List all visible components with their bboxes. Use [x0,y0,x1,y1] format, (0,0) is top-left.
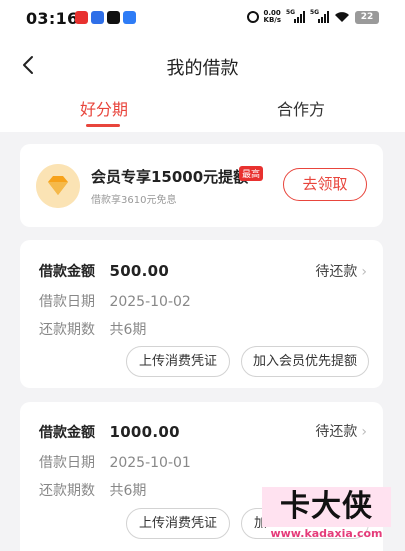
alarm-icon [246,11,259,23]
loan-status: 待还款 [315,264,358,280]
tab-partners[interactable]: 合作方 [277,96,325,120]
chevron-right-icon: › [361,264,367,280]
battery-icon: 22 [355,10,379,24]
loan-amount-label: 借款金额 [39,264,95,280]
message-icon [123,11,136,24]
member-promo-card: 会员专享15000元提额 最高 借款享3610元免息 去领取 [20,144,383,227]
loan-status-link[interactable]: 待还款 › [315,261,367,281]
loan-amount-value: 500.00 [109,262,170,280]
network-speed: 0.00 KB/s [263,9,281,24]
loan-date-value: 2025-10-02 [109,294,191,310]
top-area: 03:16 0.00 KB/s 5G 5G 22 我的借款 好分期 合作方 [0,0,405,132]
tab-bar: 好分期 合作方 [0,96,405,132]
join-member-button[interactable]: 加入会员优先提额 [241,346,369,377]
signal-icon: 5G [310,9,329,23]
watermark-logo: 卡大侠 www.kadaxia.com [262,487,391,543]
tiktok-icon [107,11,120,24]
wifi-icon [335,12,349,22]
promo-subtitle: 借款享3610元免息 [91,195,177,206]
loan-periods-value: 共6期 [109,483,147,499]
loan-periods-label: 还款期数 [39,322,95,338]
loan-periods-row: 还款期数 共6期 [39,480,146,500]
upload-receipt-button[interactable]: 上传消费凭证 [126,508,230,539]
loan-amount-label: 借款金额 [39,425,95,441]
status-indicators: 0.00 KB/s 5G 5G 22 [246,9,379,24]
notification-icons [75,11,136,24]
app-notification-icon [75,11,88,24]
diamond-icon [36,164,80,208]
claim-button[interactable]: 去领取 [283,168,367,201]
tab-haofenqi[interactable]: 好分期 [80,96,128,120]
page-header: 我的借款 [0,34,405,96]
loan-status-link[interactable]: 待还款 › [315,421,367,441]
signal-icon: 5G [286,9,305,23]
loan-amount-row: 借款金额 500.00 [39,261,169,281]
status-time: 03:16 [26,9,79,28]
active-tab-indicator [86,124,120,127]
loan-amount-row: 借款金额 1000.00 [39,422,180,442]
loan-date-value: 2025-10-01 [109,455,191,471]
promo-title: 会员专享15000元提额 [91,168,249,186]
loan-date-label: 借款日期 [39,294,95,310]
chevron-right-icon: › [361,424,367,440]
app-notification-icon [91,11,104,24]
loan-amount-value: 1000.00 [109,423,180,441]
upload-receipt-button[interactable]: 上传消费凭证 [126,346,230,377]
loan-date-row: 借款日期 2025-10-01 [39,452,191,472]
max-badge: 最高 [239,166,264,181]
watermark-title: 卡大侠 [262,487,391,527]
loan-periods-row: 还款期数 共6期 [39,319,146,339]
loan-date-label: 借款日期 [39,455,95,471]
loan-periods-value: 共6期 [109,322,147,338]
loan-card[interactable]: 借款金额 500.00 待还款 › 借款日期 2025-10-02 还款期数 共6… [20,240,383,388]
watermark-url: www.kadaxia.com [270,527,383,540]
loan-periods-label: 还款期数 [39,483,95,499]
loan-status: 待还款 [315,424,358,440]
status-bar: 03:16 0.00 KB/s 5G 5G 22 [0,0,405,34]
page-title: 我的借款 [166,58,239,79]
loan-date-row: 借款日期 2025-10-02 [39,291,191,311]
